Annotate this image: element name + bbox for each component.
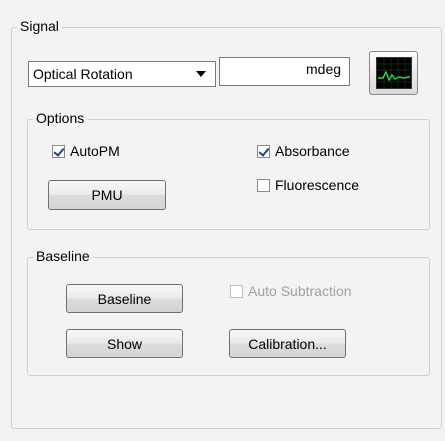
fluorescence-checkbox-box[interactable] (257, 178, 270, 192)
options-group (27, 119, 430, 230)
absorbance-checkbox-box[interactable] (257, 144, 270, 158)
signal-panel: { "signal": { "group_label": "Signal", "… (0, 0, 445, 441)
signal-unit-label: mdeg (306, 61, 342, 77)
pmu-button[interactable]: PMU (48, 180, 166, 210)
graph-monitor-button[interactable] (369, 51, 418, 95)
auto-subtraction-checkbox-label: Auto Subtraction (248, 283, 352, 299)
autopm-checkbox-box[interactable] (52, 144, 65, 158)
calibration-button[interactable]: Calibration... (229, 329, 346, 358)
show-button[interactable]: Show (66, 329, 183, 358)
baseline-group (27, 257, 430, 376)
options-group-label: Options (33, 110, 88, 126)
signal-mode-select[interactable]: Optical Rotation (28, 61, 216, 87)
chevron-down-icon[interactable] (196, 71, 206, 77)
fluorescence-checkbox[interactable]: Fluorescence (257, 177, 359, 193)
waveform-monitor-icon (375, 57, 412, 89)
waveform-icon-svg (376, 58, 411, 88)
baseline-button[interactable]: Baseline (66, 284, 183, 313)
baseline-group-label: Baseline (33, 248, 93, 264)
absorbance-checkbox-label: Absorbance (275, 143, 350, 159)
auto-subtraction-checkbox-box[interactable] (230, 284, 243, 298)
fluorescence-checkbox-label: Fluorescence (275, 177, 360, 193)
auto-subtraction-checkbox[interactable]: Auto Subtraction (230, 283, 352, 299)
signal-mode-select-value: Optical Rotation (33, 66, 133, 82)
absorbance-checkbox[interactable]: Absorbance (257, 143, 350, 159)
autopm-checkbox[interactable]: AutoPM (52, 143, 120, 159)
autopm-checkbox-label: AutoPM (70, 143, 120, 159)
signal-group-label: Signal (17, 18, 62, 34)
